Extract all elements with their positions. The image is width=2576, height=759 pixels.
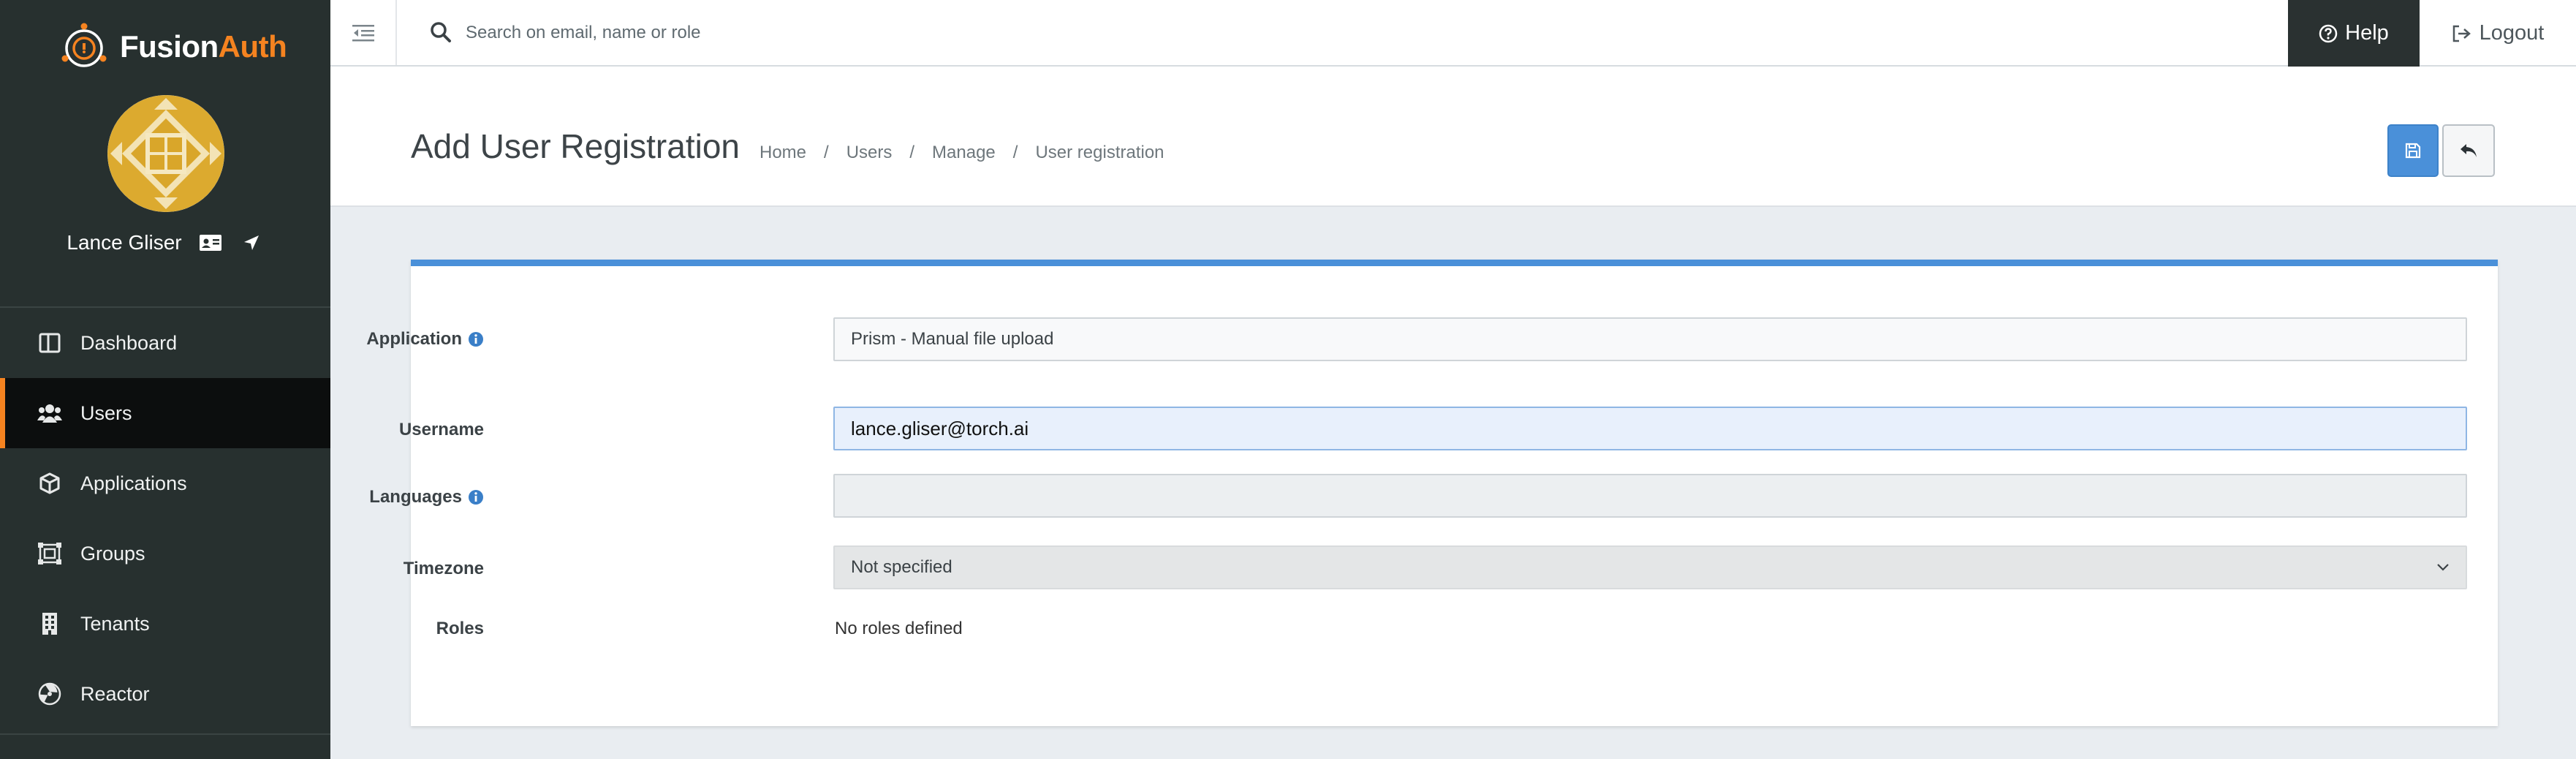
page-header: Add User Registration Home / Users / Man… — [330, 67, 2576, 207]
brand-name: FusionAuth — [120, 29, 287, 64]
sidebar-item-users[interactable]: Users — [0, 378, 330, 448]
outdent-icon — [352, 24, 374, 41]
timezone-value: Not specified — [851, 557, 952, 577]
radiation-icon — [37, 681, 63, 707]
breadcrumb-home[interactable]: Home — [759, 143, 806, 163]
sidebar-nav: Dashboard Users Applications Groups Tena… — [0, 306, 330, 729]
chevron-down-icon — [2437, 564, 2449, 571]
application-label: Application — [366, 329, 484, 350]
avatar — [107, 95, 224, 212]
breadcrumb-current: User registration — [1035, 143, 1164, 162]
roles-label: Roles — [436, 619, 484, 638]
sidebar-item-label: Groups — [80, 542, 145, 564]
help-label: Help — [2345, 21, 2389, 45]
sidebar-item-reactor[interactable]: Reactor — [0, 659, 330, 729]
registration-form-panel: Application Prism - Manual file upload U… — [366, 260, 2498, 726]
search-input[interactable] — [466, 16, 1489, 50]
user-name: Lance Gliser — [67, 231, 182, 254]
logout-button[interactable]: Logout — [2420, 0, 2576, 67]
save-button[interactable] — [2387, 124, 2439, 177]
username-label: Username — [398, 420, 484, 439]
dashboard-icon — [37, 330, 63, 356]
timezone-label: Timezone — [403, 559, 484, 578]
location-arrow-icon[interactable] — [239, 233, 264, 253]
sidebar: FusionAuth Lance Gliser Dashboard Users … — [0, 0, 330, 759]
sidebar-item-label: Reactor — [80, 682, 150, 705]
sidebar-item-tenants[interactable]: Tenants — [0, 589, 330, 659]
breadcrumb-separator: / — [1012, 143, 1018, 162]
topbar: Help Logout — [330, 0, 2576, 67]
fusionauth-logo-icon — [61, 23, 107, 67]
undo-icon — [2461, 144, 2477, 157]
info-icon[interactable] — [468, 331, 484, 347]
brand-logo[interactable]: FusionAuth — [58, 20, 287, 73]
cube-icon — [37, 470, 63, 496]
groups-icon — [37, 540, 63, 567]
sidebar-item-label: Tenants — [80, 612, 150, 635]
breadcrumb-users[interactable]: Users — [846, 143, 893, 163]
roles-value: No roles defined — [835, 619, 963, 638]
help-button[interactable]: Help — [2288, 0, 2420, 67]
profile-row: Lance Gliser — [0, 231, 330, 254]
breadcrumb: Home / Users / Manage / User registratio… — [759, 143, 1164, 163]
sidebar-item-dashboard[interactable]: Dashboard — [0, 308, 330, 378]
nav-divider — [0, 733, 330, 735]
back-button[interactable] — [2442, 124, 2495, 177]
info-icon[interactable] — [468, 489, 484, 505]
timezone-select[interactable]: Not specified — [833, 545, 2467, 589]
languages-input[interactable] — [833, 474, 2467, 518]
sidebar-item-groups[interactable]: Groups — [0, 518, 330, 589]
sidebar-item-label: Applications — [80, 472, 187, 494]
breadcrumb-separator: / — [824, 143, 829, 162]
save-icon — [2405, 143, 2421, 159]
building-icon — [37, 611, 63, 637]
sidebar-item-applications[interactable]: Applications — [0, 448, 330, 518]
sidebar-item-label: Dashboard — [80, 331, 178, 354]
languages-label: Languages — [369, 487, 484, 507]
menu-toggle-button[interactable] — [330, 0, 397, 65]
page-title: Add User Registration — [411, 127, 740, 165]
search-icon — [431, 22, 451, 42]
logout-label: Logout — [2479, 21, 2545, 45]
breadcrumb-separator: / — [909, 143, 915, 162]
sign-out-icon — [2452, 25, 2471, 42]
avatar-image — [107, 95, 224, 212]
application-field: Prism - Manual file upload — [833, 317, 2467, 361]
id-card-icon[interactable] — [198, 233, 223, 253]
breadcrumb-manage[interactable]: Manage — [932, 143, 996, 163]
users-icon — [37, 400, 63, 426]
sidebar-item-label: Users — [80, 401, 132, 424]
question-circle-icon — [2319, 24, 2338, 42]
username-input[interactable]: lance.gliser@torch.ai — [833, 407, 2467, 450]
